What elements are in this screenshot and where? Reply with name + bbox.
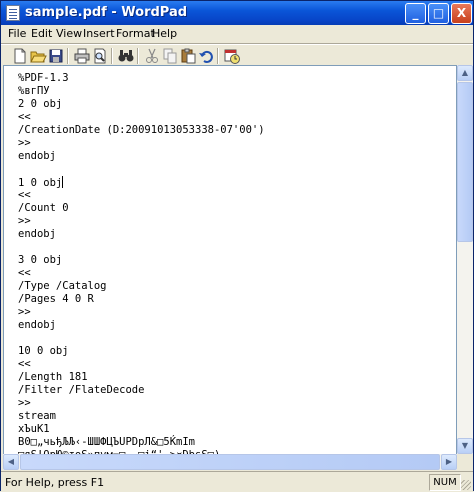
document-line: 1 0 obj <box>18 176 64 189</box>
document-line: %PDF-1.3 <box>18 72 69 84</box>
document-line: endobj <box>18 319 56 331</box>
menu-edit[interactable]: Edit <box>31 27 52 40</box>
document-line: /CreationDate (D:20091013053338-07'00') <box>18 124 265 136</box>
document-line: >> <box>18 397 31 409</box>
status-bar: For Help, press F1 NUM <box>1 471 473 492</box>
wordpad-window: sample.pdf - WordPad _ □ X File Edit Vie… <box>0 0 474 492</box>
document-line: << <box>18 267 31 279</box>
document-line: >> <box>18 137 31 149</box>
document-line: /Pages 4 0 R <box>18 293 94 305</box>
close-icon: X <box>456 6 467 20</box>
scroll-right-button[interactable]: ▶ <box>441 454 457 470</box>
vertical-scrollbar[interactable]: ▲ ▼ <box>457 65 473 454</box>
title-bar[interactable]: sample.pdf - WordPad _ □ X <box>1 1 473 25</box>
minimize-icon: _ <box>412 6 419 20</box>
status-help-text: For Help, press F1 <box>5 476 105 489</box>
scrollbar-corner <box>457 454 473 470</box>
resize-grip[interactable] <box>461 480 471 490</box>
document-line: << <box>18 111 31 123</box>
document-line: /Filter /FlateDecode <box>18 384 145 396</box>
document-line: >> <box>18 215 31 227</box>
vertical-scroll-thumb[interactable] <box>457 82 473 242</box>
scroll-up-button[interactable]: ▲ <box>457 65 473 81</box>
paste-icon[interactable] <box>179 47 197 65</box>
document-line: %вгПУ <box>18 85 50 97</box>
document-line: << <box>18 358 31 370</box>
maximize-button[interactable]: □ <box>428 3 449 24</box>
document-text[interactable]: %PDF-1.3 %вгПУ 2 0 obj <</CreationDate (D:2… <box>18 72 265 462</box>
document-area[interactable]: %PDF-1.3 %вгПУ 2 0 obj <</CreationDate (D:2… <box>3 65 457 470</box>
document-line: B0□„чьђЉЉ‹-ШШФЦЪUPDpЛ&□5ЌmIm <box>18 436 196 448</box>
maximize-icon: □ <box>432 6 445 20</box>
document-line: << <box>18 189 31 201</box>
menu-bar: File Edit View Insert Format Help <box>1 25 473 43</box>
undo-icon[interactable] <box>197 47 215 65</box>
document-line: 3 0 obj <box>18 254 63 266</box>
save-icon[interactable] <box>47 47 65 65</box>
text-caret <box>62 176 64 188</box>
menu-format[interactable]: Format <box>116 27 155 40</box>
minimize-button[interactable]: _ <box>405 3 426 24</box>
document-line: endobj <box>18 150 56 162</box>
toolbar-separator <box>111 48 113 64</box>
menu-help[interactable]: Help <box>152 27 177 40</box>
date-time-icon[interactable] <box>223 47 241 65</box>
toolbar-separator <box>67 48 69 64</box>
num-lock-indicator: NUM <box>429 474 461 491</box>
window-title: sample.pdf - WordPad <box>25 5 188 20</box>
new-icon[interactable] <box>11 47 29 65</box>
document-line: /Count 0 <box>18 202 69 214</box>
document-line: >> <box>18 306 31 318</box>
find-icon[interactable] <box>117 47 135 65</box>
toolbar-separator <box>217 48 219 64</box>
document-line: /Type /Catalog <box>18 280 107 292</box>
horizontal-scrollbar[interactable]: ◀ ▶ <box>3 454 457 470</box>
document-line: /Length 181 <box>18 371 88 383</box>
toolbar-separator <box>137 48 139 64</box>
scroll-down-button[interactable]: ▼ <box>457 438 473 454</box>
print-icon[interactable] <box>73 47 91 65</box>
open-icon[interactable] <box>29 47 47 65</box>
document-line: xЪuK1 <box>18 423 50 435</box>
wordpad-app-icon[interactable] <box>6 5 20 21</box>
document-line: stream <box>18 410 56 422</box>
horizontal-scroll-thumb[interactable] <box>20 454 440 470</box>
cut-icon[interactable] <box>143 47 161 65</box>
scroll-left-button[interactable]: ◀ <box>3 454 19 470</box>
menu-insert[interactable]: Insert <box>83 27 115 40</box>
print-preview-icon[interactable] <box>91 47 109 65</box>
document-line: endobj <box>18 228 56 240</box>
copy-icon[interactable] <box>161 47 179 65</box>
menu-file[interactable]: File <box>8 27 26 40</box>
close-button[interactable]: X <box>451 3 472 24</box>
document-line: 2 0 obj <box>18 98 63 110</box>
menu-view[interactable]: View <box>56 27 82 40</box>
document-line: 10 0 obj <box>18 345 69 357</box>
